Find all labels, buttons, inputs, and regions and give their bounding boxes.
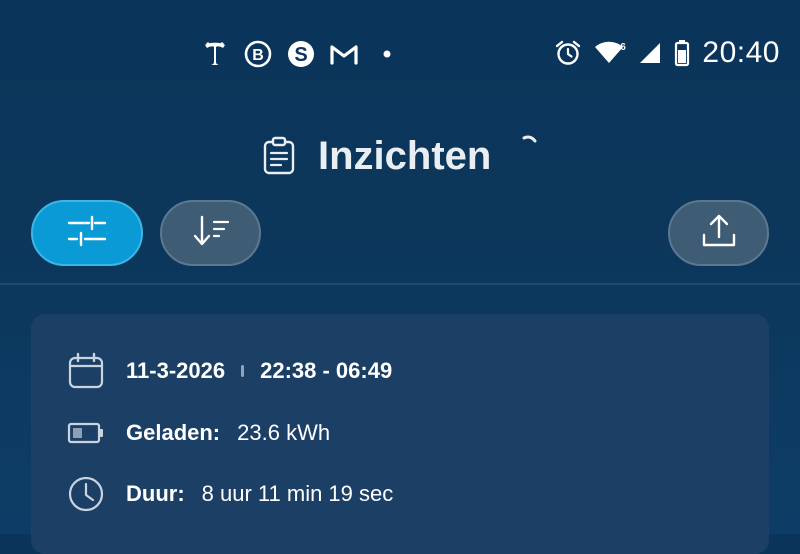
clock-icon bbox=[67, 475, 105, 513]
wifi-6-icon: 6 bbox=[594, 40, 626, 66]
telegraaf-t-icon bbox=[200, 39, 230, 69]
svg-text:B: B bbox=[252, 47, 264, 64]
share-upload-icon bbox=[699, 211, 739, 256]
svg-text:S: S bbox=[294, 44, 307, 66]
charged-value: 23.6 kWh bbox=[237, 420, 331, 445]
battery-charge-icon bbox=[67, 414, 105, 452]
more-dot-icon bbox=[372, 39, 402, 69]
toolbar-divider bbox=[0, 283, 800, 285]
session-date: 11-3-2026 bbox=[126, 358, 226, 383]
wifi-badge: 6 bbox=[621, 42, 627, 53]
notification-icons: B S bbox=[200, 38, 415, 70]
filter-sliders-icon bbox=[65, 213, 109, 254]
cell-signal-icon bbox=[638, 41, 662, 65]
session-duration-row: Duur: 8 uur 11 min 19 sec bbox=[67, 474, 393, 514]
separator bbox=[241, 365, 245, 377]
export-button[interactable] bbox=[668, 200, 769, 266]
session-charged-row: Geladen: 23.6 kWh bbox=[67, 413, 330, 453]
alarm-icon bbox=[554, 39, 582, 67]
loading-spinner-icon bbox=[518, 132, 540, 159]
session-time-range: 22:38 - 06:49 bbox=[260, 358, 393, 383]
battery-icon bbox=[674, 39, 690, 67]
duration-value: 8 uur 11 min 19 sec bbox=[201, 481, 394, 506]
page-title: Inzichten bbox=[318, 134, 492, 178]
calendar-icon bbox=[67, 352, 105, 390]
s-app-icon: S bbox=[286, 39, 316, 69]
duration-label: Duur: bbox=[126, 481, 185, 506]
filter-button[interactable] bbox=[31, 200, 143, 266]
sort-button[interactable] bbox=[160, 200, 261, 266]
system-icons: 6 20:40 bbox=[554, 36, 780, 70]
charged-label: Geladen: bbox=[126, 420, 221, 445]
status-clock: 20:40 bbox=[702, 36, 780, 69]
gmail-m-icon bbox=[329, 39, 359, 69]
page-header: Inzichten bbox=[0, 128, 800, 184]
session-date-row: 11-3-2026 22:38 - 06:49 bbox=[67, 351, 392, 391]
sort-icon bbox=[190, 213, 232, 254]
status-bar: B S 6 20:40 bbox=[0, 0, 800, 106]
clipboard-icon bbox=[262, 136, 296, 181]
b-circle-icon: B bbox=[243, 39, 273, 69]
charging-session-card[interactable]: 11-3-2026 22:38 - 06:49 Geladen: 23.6 kW… bbox=[31, 314, 769, 554]
